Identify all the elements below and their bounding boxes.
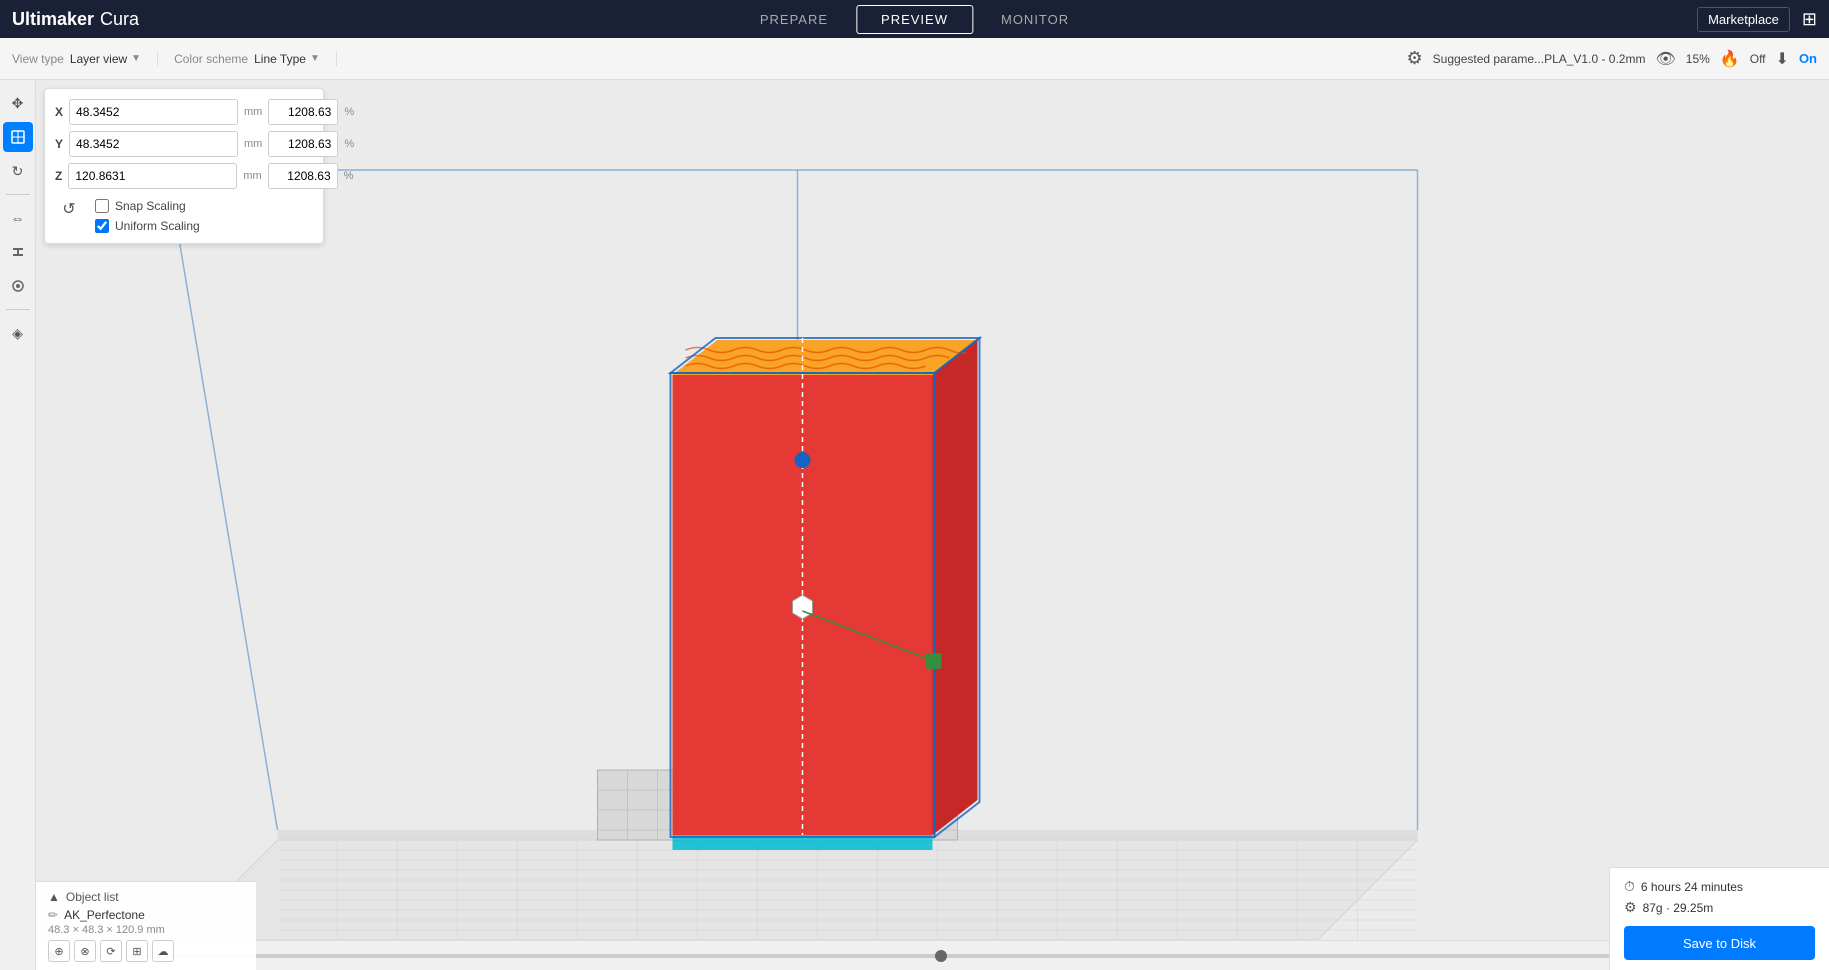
z-mm-unit: mm: [243, 170, 261, 182]
x-pct-input[interactable]: [268, 99, 338, 125]
print-info-panel: ⏱ 6 hours 24 minutes ⚙ 87g · 29.25m Save…: [1609, 867, 1829, 970]
paint-tool-button[interactable]: [3, 271, 33, 301]
visibility-icon[interactable]: 👁: [1655, 49, 1675, 69]
save-to-disk-button[interactable]: Save to Disk: [1624, 926, 1815, 960]
snap-scaling-label: Snap Scaling: [115, 199, 186, 213]
object-list-title: Object list: [66, 890, 119, 904]
print-time: 6 hours 24 minutes: [1641, 880, 1743, 894]
move-tool-button[interactable]: ✥: [3, 88, 33, 118]
object-list-header: ▲ Object list: [48, 890, 244, 904]
scale-y-row: Y mm %: [55, 131, 313, 157]
z-pct-sym: %: [344, 170, 354, 182]
main-area: ✥ ↻ ⇔ ◈: [0, 80, 1829, 970]
z-pct-input[interactable]: [268, 163, 338, 189]
tab-prepare[interactable]: PREPARE: [736, 5, 852, 34]
extra-tool-button[interactable]: ◈: [3, 318, 33, 348]
flame-icon[interactable]: 🔥: [1720, 49, 1740, 69]
grid-icon[interactable]: ⊞: [1802, 9, 1817, 30]
scale-x-row: X mm %: [55, 99, 313, 125]
titlebar-right: Marketplace ⊞: [1697, 7, 1817, 32]
x-axis-label: X: [55, 105, 63, 119]
view-type-label: View type: [12, 52, 64, 66]
app-logo: Ultimaker Cura: [12, 9, 139, 30]
color-scheme-section: Color scheme Line Type ▼: [174, 52, 337, 66]
scale-tool-button[interactable]: [3, 122, 33, 152]
param-label[interactable]: Suggested parame...PLA_V1.0 - 0.2mm: [1433, 52, 1646, 66]
settings-icon[interactable]: ⚙: [1407, 48, 1423, 69]
object-list-item: ✏ AK_Perfectone: [48, 908, 244, 922]
slider-thumb[interactable]: [935, 950, 947, 962]
uniform-scaling-option[interactable]: Uniform Scaling: [95, 219, 200, 233]
tool-separator-2: [6, 309, 30, 310]
object-dimensions: 48.3 × 48.3 × 120.9 mm: [48, 924, 244, 936]
color-scheme-chevron-icon: ▼: [310, 53, 320, 64]
x-pct-sym: %: [344, 106, 354, 118]
tab-preview[interactable]: PREVIEW: [856, 5, 973, 34]
x-mm-unit: mm: [244, 106, 262, 118]
on-label: On: [1799, 51, 1817, 66]
y-pct-input[interactable]: [268, 131, 338, 157]
left-toolbar: ✥ ↻ ⇔ ◈: [0, 80, 36, 970]
nav-tabs: PREPARE PREVIEW MONITOR: [736, 5, 1093, 34]
x-mm-input[interactable]: [69, 99, 238, 125]
logo-cura: Cura: [100, 9, 139, 30]
support-tool-button[interactable]: [3, 237, 33, 267]
print-time-row: ⏱ 6 hours 24 minutes: [1624, 878, 1815, 895]
tool-separator-1: [6, 194, 30, 195]
time-icon: ⏱: [1624, 878, 1635, 895]
snap-scaling-checkbox[interactable]: [95, 199, 109, 213]
object-item-icons: ⊕ ⊗ ⟳ ⊞ ☁: [48, 940, 244, 962]
percent-label: 15%: [1686, 52, 1710, 66]
obj-icon-2[interactable]: ⊗: [74, 940, 96, 962]
off-label: Off: [1750, 52, 1766, 66]
scale-options-row: ↺ Snap Scaling Uniform Scaling: [55, 195, 313, 233]
scale-panel: X mm % Y mm % Z mm % ↺: [44, 88, 324, 244]
obj-icon-1[interactable]: ⊕: [48, 940, 70, 962]
playback-bar: ▶ ⏺: [36, 940, 1829, 970]
mirror-tool-button[interactable]: ⇔: [3, 203, 33, 233]
collapse-icon[interactable]: ▲: [48, 890, 60, 904]
toolbar-right: ⚙ Suggested parame...PLA_V1.0 - 0.2mm 👁 …: [1407, 48, 1817, 69]
download-icon[interactable]: ⬇: [1776, 49, 1789, 69]
rotate-tool-button[interactable]: ↻: [3, 156, 33, 186]
y-mm-input[interactable]: [69, 131, 238, 157]
scale-options: Snap Scaling Uniform Scaling: [91, 199, 200, 233]
uniform-scaling-label: Uniform Scaling: [115, 219, 200, 233]
uniform-scaling-checkbox[interactable]: [95, 219, 109, 233]
obj-icon-3[interactable]: ⟳: [100, 940, 122, 962]
tab-monitor[interactable]: MONITOR: [977, 5, 1093, 34]
view-type-chevron-icon: ▼: [131, 53, 141, 64]
object-name[interactable]: AK_Perfectone: [64, 908, 145, 922]
y-mm-unit: mm: [244, 138, 262, 150]
logo-ultimaker: Ultimaker: [12, 9, 94, 30]
color-scheme-dropdown[interactable]: Line Type ▼: [254, 52, 320, 66]
titlebar: Ultimaker Cura PREPARE PREVIEW MONITOR M…: [0, 0, 1829, 38]
y-axis-label: Y: [55, 137, 63, 151]
obj-icon-5[interactable]: ☁: [152, 940, 174, 962]
z-axis-label: Z: [55, 169, 62, 183]
color-scheme-label: Color scheme: [174, 52, 248, 66]
object-list-panel: ▲ Object list ✏ AK_Perfectone 48.3 × 48.…: [36, 881, 256, 970]
scale-z-row: Z mm %: [55, 163, 313, 189]
material-icon: ⚙: [1624, 899, 1637, 916]
viewport[interactable]: X mm % Y mm % Z mm % ↺: [36, 80, 1829, 970]
view-type-dropdown[interactable]: Layer view ▼: [70, 52, 141, 66]
toolbar: View type Layer view ▼ Color scheme Line…: [0, 38, 1829, 80]
print-material: 87g · 29.25m: [1643, 901, 1714, 915]
marketplace-button[interactable]: Marketplace: [1697, 7, 1790, 32]
view-type-value: Layer view: [70, 52, 127, 66]
z-mm-input[interactable]: [68, 163, 237, 189]
print-material-row: ⚙ 87g · 29.25m: [1624, 899, 1815, 916]
color-scheme-value: Line Type: [254, 52, 306, 66]
reset-scale-button[interactable]: ↺: [55, 195, 83, 223]
view-type-section: View type Layer view ▼: [12, 52, 158, 66]
y-pct-sym: %: [344, 138, 354, 150]
obj-icon-4[interactable]: ⊞: [126, 940, 148, 962]
snap-scaling-option[interactable]: Snap Scaling: [95, 199, 200, 213]
layer-slider[interactable]: [70, 954, 1799, 958]
edit-icon: ✏: [48, 908, 58, 922]
